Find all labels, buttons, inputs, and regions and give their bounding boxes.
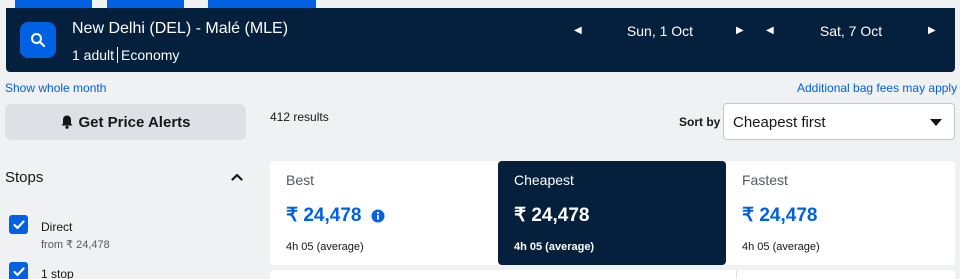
tab-duration: 4h 05 (average): [514, 241, 595, 253]
outbound-date-picker: ◀ Sun, 1 Oct ▶: [574, 22, 746, 40]
direct-checkbox[interactable]: [9, 215, 28, 234]
result-card[interactable]: [270, 270, 955, 279]
check-icon: [12, 266, 25, 276]
tab-title: Best: [286, 172, 315, 188]
chevron-left-icon[interactable]: ◀: [574, 22, 582, 40]
price-value: ₹ 24,478: [742, 205, 818, 226]
caret-down-icon: [930, 119, 942, 126]
bell-icon: [61, 115, 72, 129]
direct-price: from ₹ 24,478: [41, 239, 110, 251]
sort-tabs: Best ₹ 24,478 4h 05 (average) Cheapest ₹…: [270, 161, 955, 265]
sort-selected-value: Cheapest first: [733, 114, 826, 131]
price-value: ₹ 24,478: [286, 205, 362, 226]
price-value: ₹ 24,478: [514, 205, 590, 226]
tab-price: ₹ 24,478: [286, 204, 385, 227]
divider: [736, 270, 737, 279]
nav-tab[interactable]: [107, 0, 184, 8]
tab-cheapest[interactable]: Cheapest ₹ 24,478 4h 05 (average): [498, 161, 726, 265]
tab-duration: 4h 05 (average): [286, 241, 364, 253]
results-count: 412 results: [270, 110, 329, 124]
top-nav-strip: [0, 0, 960, 8]
show-whole-month-link[interactable]: Show whole month: [5, 81, 106, 95]
return-date-picker: ◀ Sat, 7 Oct ▶: [766, 22, 938, 40]
tab-price: ₹ 24,478: [742, 204, 817, 227]
tab-best[interactable]: Best ₹ 24,478 4h 05 (average): [270, 161, 498, 265]
get-price-alerts-button[interactable]: Get Price Alerts: [5, 104, 246, 140]
route-title[interactable]: New Delhi (DEL) - Malé (MLE): [72, 20, 288, 38]
tab-title: Fastest: [742, 172, 788, 188]
info-icon[interactable]: [371, 209, 385, 223]
tab-price: ₹ 24,478: [514, 204, 589, 227]
search-summary-bar: New Delhi (DEL) - Malé (MLE) 1 adult Eco…: [6, 8, 955, 72]
sort-by-label: Sort by: [679, 115, 721, 129]
one-stop-checkbox[interactable]: [9, 262, 28, 279]
check-icon: [12, 219, 25, 229]
search-button[interactable]: [20, 22, 56, 58]
nav-tab[interactable]: [208, 0, 316, 8]
nav-tab[interactable]: [15, 0, 92, 8]
return-date[interactable]: Sat, 7 Oct: [791, 22, 911, 40]
tab-title: Cheapest: [514, 172, 574, 188]
chevron-left-icon[interactable]: ◀: [766, 22, 774, 40]
direct-label[interactable]: Direct: [41, 220, 72, 234]
search-icon: [31, 33, 46, 48]
chevron-right-icon[interactable]: ▶: [736, 22, 744, 40]
chevron-right-icon[interactable]: ▶: [928, 22, 936, 40]
stops-filter-title[interactable]: Stops: [5, 169, 43, 186]
cabin-class: Economy: [121, 47, 180, 63]
price-alerts-label: Get Price Alerts: [78, 113, 191, 131]
bag-fees-link[interactable]: Additional bag fees may apply: [797, 81, 957, 95]
outbound-date[interactable]: Sun, 1 Oct: [600, 22, 720, 40]
divider: [117, 47, 119, 63]
traveller-summary[interactable]: 1 adult Economy: [72, 47, 179, 63]
passenger-count: 1 adult: [72, 47, 115, 63]
chevron-up-icon[interactable]: [231, 172, 243, 182]
tab-duration: 4h 05 (average): [742, 241, 820, 253]
sort-select[interactable]: Cheapest first: [723, 103, 955, 140]
one-stop-label[interactable]: 1 stop: [41, 267, 74, 279]
tab-fastest[interactable]: Fastest ₹ 24,478 4h 05 (average): [726, 161, 955, 265]
